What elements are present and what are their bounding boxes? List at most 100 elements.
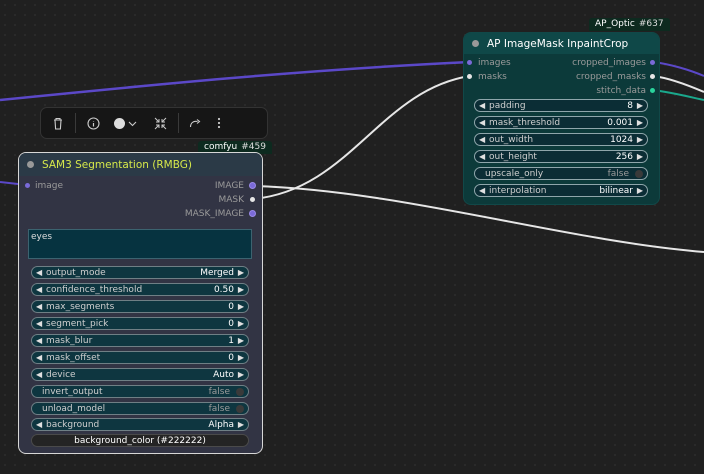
chevron-down-icon [128, 121, 136, 126]
sam-node-title: SAM3 Segmentation (RMBG) [42, 158, 192, 171]
sam-badge-id: #459 [241, 142, 266, 152]
decrement-arrow-icon[interactable]: ◀ [36, 369, 42, 381]
increment-arrow-icon[interactable]: ▶ [238, 284, 244, 296]
toggle-knob[interactable] [236, 388, 244, 396]
widget-confidence-threshold[interactable]: ◀ confidence_threshold 0.50 ▶ [31, 283, 249, 296]
increment-arrow-icon[interactable]: ▶ [637, 117, 643, 129]
sam-output-image-dot[interactable] [250, 183, 255, 188]
widget-label: invert_output [42, 387, 103, 397]
widget-mask-blur[interactable]: ◀ mask_blur 1 ▶ [31, 334, 249, 347]
increment-arrow-icon[interactable]: ▶ [238, 318, 244, 330]
decrement-arrow-icon[interactable]: ◀ [36, 284, 42, 296]
ap-output-stitch-data[interactable]: stitch_data [596, 85, 646, 97]
sam-input-image-dot[interactable] [25, 183, 30, 188]
increment-arrow-icon[interactable]: ▶ [637, 100, 643, 112]
ap-node-title-bar[interactable]: AP ImageMask InpaintCrop [464, 33, 659, 54]
widget-value: 1024 [610, 135, 633, 145]
collapse-button[interactable] [148, 111, 172, 135]
delete-button[interactable] [47, 111, 69, 135]
increment-arrow-icon[interactable]: ▶ [238, 301, 244, 313]
widget-label: background [46, 420, 100, 430]
widget-background[interactable]: ◀ background Alpha ▶ [31, 418, 249, 431]
slot-label: IMAGE [214, 181, 244, 191]
widget-label: out_width [489, 135, 534, 145]
sam-output-mask-image[interactable]: MASK_IMAGE [185, 208, 244, 220]
widget-value: false [208, 387, 230, 397]
decrement-arrow-icon[interactable]: ◀ [36, 352, 42, 364]
prompt-text: eyes [31, 232, 53, 242]
increment-arrow-icon[interactable]: ▶ [238, 352, 244, 364]
sam-output-mask-dot[interactable] [250, 197, 255, 202]
widget-padding[interactable]: ◀ padding 8 ▶ [474, 99, 648, 112]
decrement-arrow-icon[interactable]: ◀ [479, 100, 485, 112]
sam-input-image[interactable]: image [35, 180, 63, 192]
ap-output-cropped-images[interactable]: cropped_images [572, 57, 646, 69]
decrement-arrow-icon[interactable]: ◀ [479, 117, 485, 129]
ap-input-images-dot[interactable] [467, 60, 472, 65]
increment-arrow-icon[interactable]: ▶ [238, 335, 244, 347]
more-button[interactable] [209, 111, 229, 135]
ap-output-cropped-images-dot[interactable] [650, 60, 655, 65]
widget-device[interactable]: ◀ device Auto ▶ [31, 368, 249, 381]
toolbar-divider [75, 113, 76, 133]
decrement-arrow-icon[interactable]: ◀ [36, 267, 42, 279]
slot-label: masks [478, 72, 507, 82]
widget-max-segments[interactable]: ◀ max_segments 0 ▶ [31, 300, 249, 313]
widget-label: segment_pick [46, 319, 109, 329]
increment-arrow-icon[interactable]: ▶ [238, 369, 244, 381]
decrement-arrow-icon[interactable]: ◀ [36, 301, 42, 313]
widget-segment-pick[interactable]: ◀ segment_pick 0 ▶ [31, 317, 249, 330]
info-button[interactable] [82, 111, 104, 135]
sam-node-title-bar[interactable]: SAM3 Segmentation (RMBG) [19, 153, 262, 176]
ap-input-images[interactable]: images [478, 57, 511, 69]
widget-mask-threshold[interactable]: ◀ mask_threshold 0.001 ▶ [474, 116, 648, 129]
decrement-arrow-icon[interactable]: ◀ [479, 134, 485, 146]
ap-input-masks-dot[interactable] [467, 74, 472, 79]
background-color-button[interactable]: background_color (#222222) [31, 434, 249, 447]
ap-output-cropped-masks-dot[interactable] [650, 74, 655, 79]
widget-output-mode[interactable]: ◀ output_mode Merged ▶ [31, 266, 249, 279]
prompt-textarea[interactable]: eyes [28, 229, 252, 259]
image-link [0, 60, 471, 102]
increment-arrow-icon[interactable]: ▶ [637, 151, 643, 163]
widget-label: mask_blur [46, 336, 93, 346]
sam-output-mask[interactable]: MASK [218, 194, 244, 206]
widget-unload-model[interactable]: unload_model false [31, 402, 249, 415]
ap-output-cropped-masks[interactable]: cropped_masks [576, 71, 646, 83]
widget-value: 0 [228, 302, 234, 312]
widget-mask-offset[interactable]: ◀ mask_offset 0 ▶ [31, 351, 249, 364]
widget-label: max_segments [46, 302, 115, 312]
color-button[interactable] [110, 111, 140, 135]
widget-upscale-only[interactable]: upscale_only false [474, 167, 648, 180]
sam-output-image[interactable]: IMAGE [215, 180, 244, 192]
increment-arrow-icon[interactable]: ▶ [637, 134, 643, 146]
decrement-arrow-icon[interactable]: ◀ [36, 335, 42, 347]
toolbar-divider [178, 113, 179, 133]
widget-label: out_height [489, 152, 537, 162]
decrement-arrow-icon[interactable]: ◀ [36, 419, 42, 431]
collapse-dot-icon[interactable] [472, 40, 479, 47]
widget-value: Auto [213, 370, 234, 380]
toggle-knob[interactable] [236, 405, 244, 413]
ap-input-masks[interactable]: masks [478, 71, 507, 83]
toggle-knob[interactable] [635, 170, 643, 178]
widget-label: upscale_only [485, 169, 544, 179]
ap-output-stitch-data-dot[interactable] [650, 88, 655, 93]
sam-badge-name: comfyu [204, 142, 238, 152]
increment-arrow-icon[interactable]: ▶ [238, 267, 244, 279]
increment-arrow-icon[interactable]: ▶ [637, 185, 643, 197]
widget-out-width[interactable]: ◀ out_width 1024 ▶ [474, 133, 648, 146]
increment-arrow-icon[interactable]: ▶ [238, 419, 244, 431]
slot-label: MASK [218, 195, 244, 205]
widget-interpolation[interactable]: ◀ interpolation bilinear ▶ [474, 184, 648, 197]
widget-value: 8 [627, 101, 633, 111]
bypass-button[interactable] [185, 111, 205, 135]
collapse-dot-icon[interactable] [27, 161, 34, 168]
widget-invert-output[interactable]: invert_output false [31, 385, 249, 398]
sam-output-mask-image-dot[interactable] [250, 211, 255, 216]
decrement-arrow-icon[interactable]: ◀ [479, 151, 485, 163]
widget-label: padding [489, 101, 526, 111]
decrement-arrow-icon[interactable]: ◀ [36, 318, 42, 330]
decrement-arrow-icon[interactable]: ◀ [479, 185, 485, 197]
widget-out-height[interactable]: ◀ out_height 256 ▶ [474, 150, 648, 163]
